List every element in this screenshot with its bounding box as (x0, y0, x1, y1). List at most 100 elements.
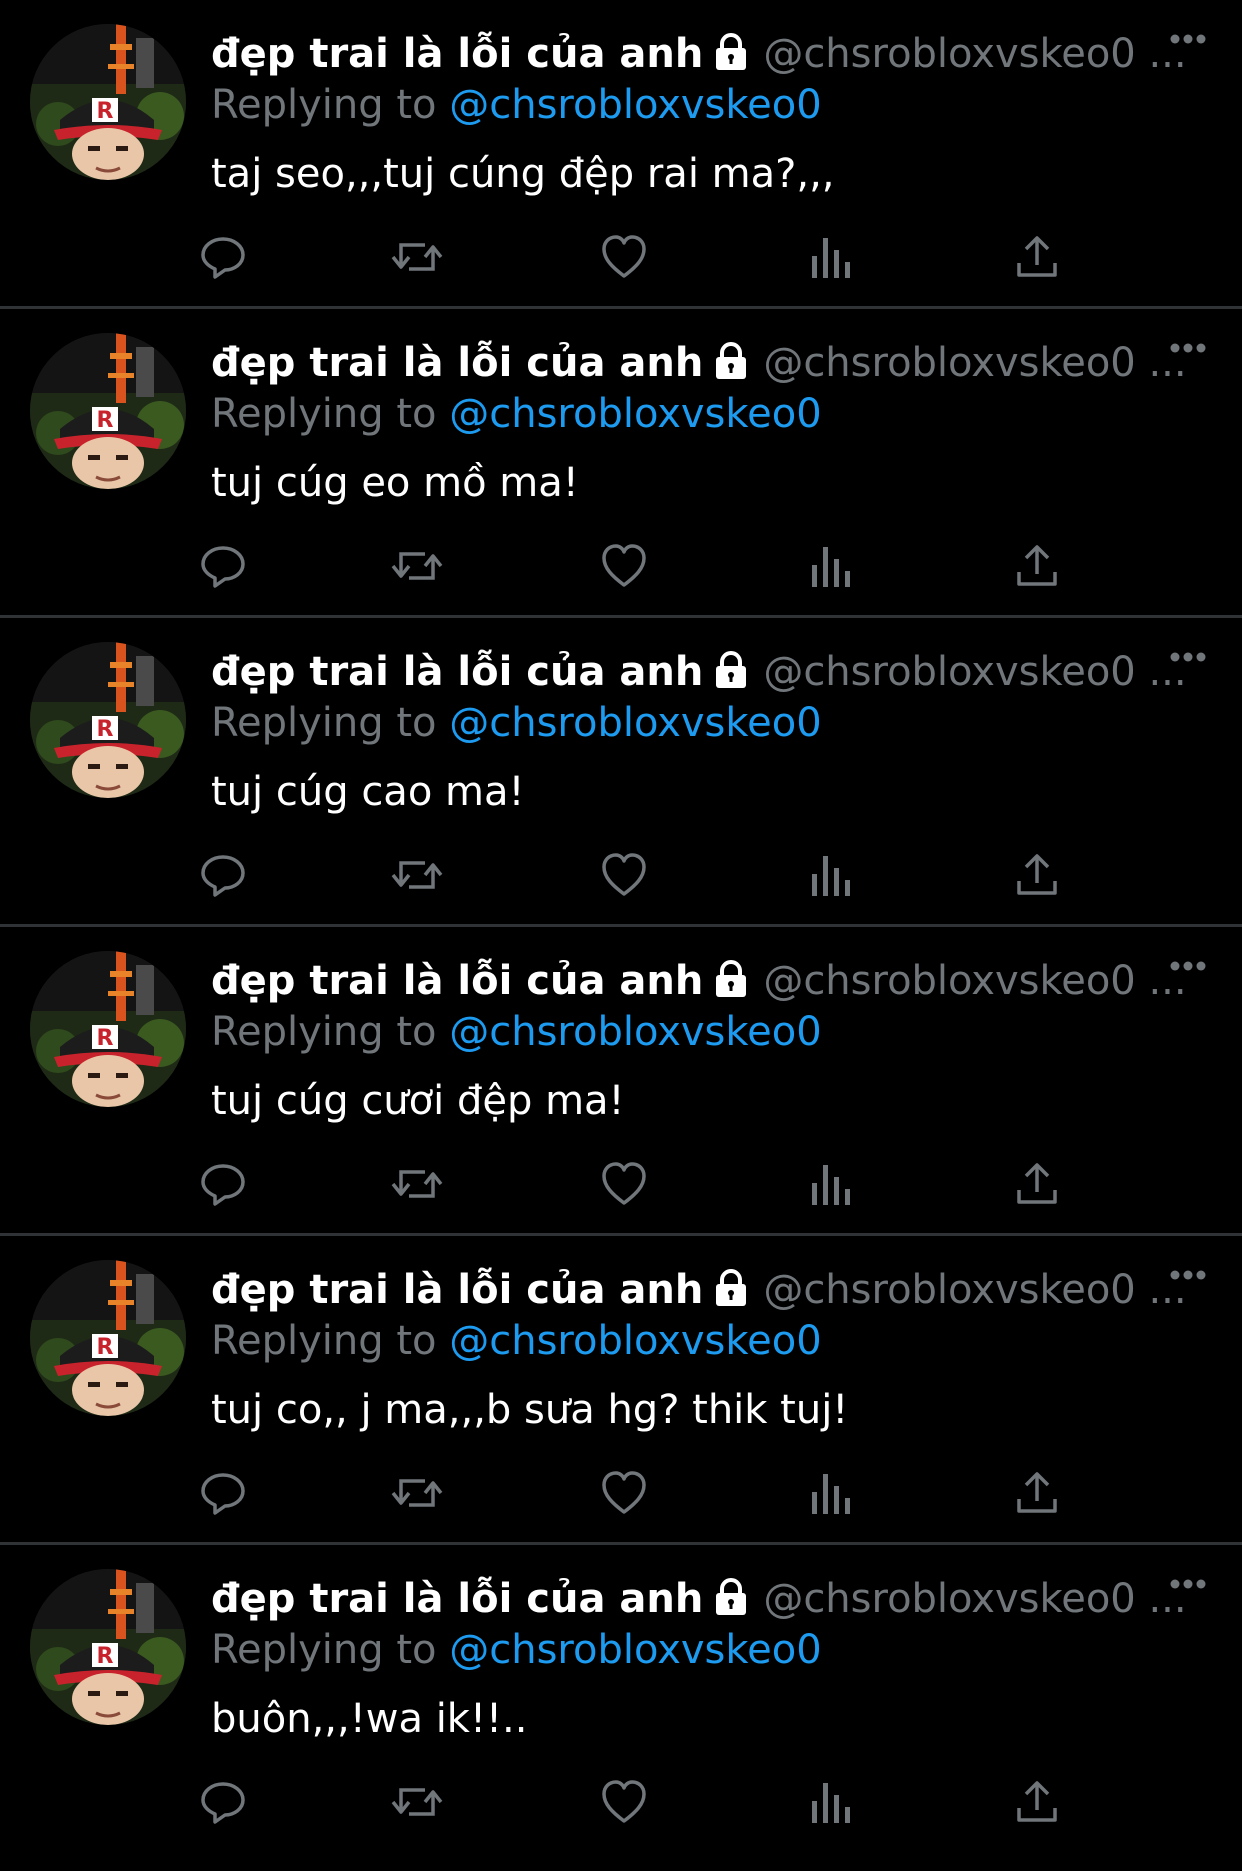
views-icon (810, 543, 854, 593)
reply-icon (199, 1160, 247, 1212)
views-button[interactable] (806, 1470, 858, 1520)
avatar[interactable]: R (30, 642, 186, 798)
replying-to-handle[interactable]: @chsrobloxvskeo0 (449, 82, 821, 128)
reply-button[interactable] (197, 852, 249, 902)
reply-button[interactable] (197, 1161, 249, 1211)
views-button[interactable] (806, 1779, 858, 1829)
svg-text:R: R (97, 1644, 114, 1669)
avatar[interactable]: R (30, 1569, 186, 1725)
tweet-header: đẹp trai là lỗi của anh @chsrobloxvskeo0 … (211, 28, 1222, 80)
lock-icon (713, 650, 749, 702)
replying-to-handle[interactable]: @chsrobloxvskeo0 (449, 1318, 821, 1364)
retweet-button[interactable] (391, 1161, 443, 1211)
reply-button[interactable] (197, 543, 249, 593)
display-name[interactable]: đẹp trai là lỗi của anh (211, 1576, 703, 1622)
tweet[interactable]: R đẹp trai là lỗi của anh @chsrobloxvskeo… (0, 309, 1242, 618)
tweet[interactable]: R đẹp trai là lỗi của anh @chsrobloxvskeo… (0, 0, 1242, 309)
retweet-icon (391, 851, 443, 903)
more-icon[interactable] (1170, 648, 1206, 667)
share-button[interactable] (1011, 234, 1063, 284)
more-icon[interactable] (1170, 957, 1206, 976)
views-icon (810, 852, 854, 902)
tweet-text: tuj cúg cao ma! (211, 769, 525, 815)
avatar[interactable]: R (30, 333, 186, 489)
share-icon (1013, 851, 1061, 903)
tweet[interactable]: R đẹp trai là lỗi của anh @chsrobloxvskeo… (0, 927, 1242, 1236)
like-button[interactable] (598, 543, 650, 593)
views-icon (810, 1779, 854, 1829)
retweet-icon (391, 233, 443, 285)
user-handle[interactable]: @chsrobloxvskeo0 ... (763, 1267, 1186, 1313)
like-button[interactable] (598, 1779, 650, 1829)
replying-to-label: Replying to (211, 700, 437, 746)
action-bar (201, 234, 1091, 284)
views-button[interactable] (806, 234, 858, 284)
action-bar (201, 1161, 1091, 1211)
share-icon (1013, 233, 1061, 285)
tweet[interactable]: R đẹp trai là lỗi của anh @chsrobloxvskeo… (0, 618, 1242, 927)
reply-button[interactable] (197, 1779, 249, 1829)
user-handle[interactable]: @chsrobloxvskeo0 ... (763, 340, 1186, 386)
more-icon[interactable] (1170, 339, 1206, 358)
display-name[interactable]: đẹp trai là lỗi của anh (211, 649, 703, 695)
replying-to-handle[interactable]: @chsrobloxvskeo0 (449, 391, 821, 437)
display-name[interactable]: đẹp trai là lỗi của anh (211, 1267, 703, 1313)
retweet-icon (391, 1469, 443, 1521)
views-icon (810, 234, 854, 284)
heart-icon (600, 852, 648, 902)
share-button[interactable] (1011, 852, 1063, 902)
tweet[interactable]: R đẹp trai là lỗi của anh @chsrobloxvskeo… (0, 1236, 1242, 1545)
replying-to-handle[interactable]: @chsrobloxvskeo0 (449, 700, 821, 746)
views-button[interactable] (806, 543, 858, 593)
user-handle[interactable]: @chsrobloxvskeo0 ... (763, 1576, 1186, 1622)
display-name[interactable]: đẹp trai là lỗi của anh (211, 958, 703, 1004)
like-button[interactable] (598, 234, 650, 284)
views-button[interactable] (806, 1161, 858, 1211)
user-handle[interactable]: @chsrobloxvskeo0 ... (763, 649, 1186, 695)
reply-button[interactable] (197, 1470, 249, 1520)
like-button[interactable] (598, 852, 650, 902)
more-icon[interactable] (1170, 1266, 1206, 1285)
share-button[interactable] (1011, 1779, 1063, 1829)
like-button[interactable] (598, 1470, 650, 1520)
reply-thread: R đẹp trai là lỗi của anh @chsrobloxvskeo… (0, 0, 1242, 1854)
display-name[interactable]: đẹp trai là lỗi của anh (211, 31, 703, 77)
tweet[interactable]: R đẹp trai là lỗi của anh @chsrobloxvskeo… (0, 1545, 1242, 1854)
share-icon (1013, 1469, 1061, 1521)
avatar[interactable]: R (30, 951, 186, 1107)
replying-to: Replying to @chsrobloxvskeo0 (211, 1625, 822, 1675)
retweet-button[interactable] (391, 1779, 443, 1829)
reply-button[interactable] (197, 234, 249, 284)
more-icon[interactable] (1170, 1575, 1206, 1594)
avatar[interactable]: R (30, 24, 186, 180)
heart-icon (600, 543, 648, 593)
tweet-text: tuj cúg cươi đệp ma! (211, 1078, 625, 1124)
retweet-button[interactable] (391, 1470, 443, 1520)
retweet-button[interactable] (391, 234, 443, 284)
user-handle[interactable]: @chsrobloxvskeo0 ... (763, 31, 1186, 77)
action-bar (201, 543, 1091, 593)
tweet-header: đẹp trai là lỗi của anh @chsrobloxvskeo0 … (211, 1573, 1222, 1625)
replying-to-handle[interactable]: @chsrobloxvskeo0 (449, 1627, 821, 1673)
user-handle[interactable]: @chsrobloxvskeo0 ... (763, 958, 1186, 1004)
lock-icon (713, 341, 749, 393)
views-button[interactable] (806, 852, 858, 902)
views-icon (810, 1470, 854, 1520)
svg-text:R: R (97, 717, 114, 742)
avatar[interactable]: R (30, 1260, 186, 1416)
tweet-header: đẹp trai là lỗi của anh @chsrobloxvskeo0 … (211, 1264, 1222, 1316)
retweet-button[interactable] (391, 852, 443, 902)
reply-icon (199, 233, 247, 285)
like-button[interactable] (598, 1161, 650, 1211)
display-name[interactable]: đẹp trai là lỗi của anh (211, 340, 703, 386)
more-icon[interactable] (1170, 30, 1206, 49)
reply-icon (199, 1469, 247, 1521)
share-button[interactable] (1011, 1470, 1063, 1520)
retweet-button[interactable] (391, 543, 443, 593)
action-bar (201, 1779, 1091, 1829)
reply-icon (199, 851, 247, 903)
share-button[interactable] (1011, 543, 1063, 593)
replying-to-handle[interactable]: @chsrobloxvskeo0 (449, 1009, 821, 1055)
share-button[interactable] (1011, 1161, 1063, 1211)
share-icon (1013, 1160, 1061, 1212)
